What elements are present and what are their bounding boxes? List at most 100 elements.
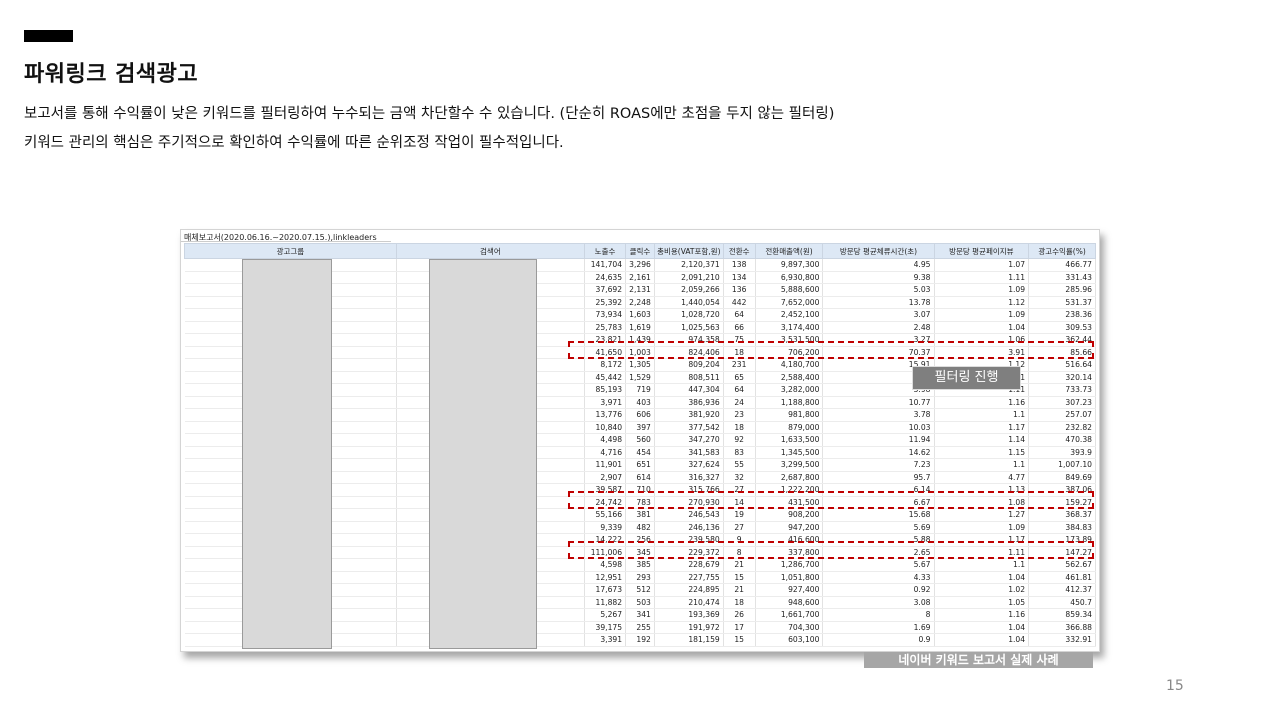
table-cell: 5.03 bbox=[822, 283, 935, 297]
highlight-box-row-1 bbox=[568, 341, 1094, 359]
table-cell: 1,529 bbox=[625, 371, 655, 384]
table-cell: 136 bbox=[723, 283, 756, 297]
table-cell: 45,442 bbox=[584, 371, 627, 384]
table-cell: 466.77 bbox=[1028, 258, 1096, 272]
table-cell: 1.09 bbox=[934, 308, 1030, 322]
masked-ad-group-column bbox=[242, 259, 332, 649]
table-cell: 15 bbox=[723, 571, 756, 584]
table-cell: 257.07 bbox=[1028, 408, 1096, 422]
table-cell: 1.15 bbox=[934, 446, 1030, 459]
table-cell: 341,583 bbox=[654, 446, 724, 459]
table-cell: 10.77 bbox=[822, 396, 935, 409]
table-cell: 512 bbox=[625, 583, 655, 597]
table-cell: 11.94 bbox=[822, 433, 935, 447]
table-cell: 859.34 bbox=[1028, 608, 1096, 622]
column-header: 광고수익률(%) bbox=[1028, 243, 1096, 259]
table-cell: 5.67 bbox=[822, 558, 935, 572]
table-cell: 228,679 bbox=[654, 558, 724, 572]
table-cell: 5,267 bbox=[584, 608, 627, 622]
table-cell: 64 bbox=[723, 308, 756, 322]
table-cell: 134 bbox=[723, 271, 756, 284]
column-header: 광고그룹 bbox=[184, 243, 397, 259]
table-cell: 246,136 bbox=[654, 521, 724, 534]
column-header: 방문당 평균페이지뷰 bbox=[933, 243, 1030, 259]
table-cell: 849.69 bbox=[1028, 471, 1096, 484]
table-cell: 0.9 bbox=[822, 633, 935, 647]
table-cell: 2,907 bbox=[584, 471, 627, 484]
table-cell: 193,369 bbox=[654, 608, 724, 622]
table-cell: 927,400 bbox=[755, 583, 824, 597]
table-cell: 293 bbox=[625, 571, 655, 584]
table-cell: 381,920 bbox=[654, 408, 724, 422]
table-cell: 5,888,600 bbox=[755, 283, 824, 297]
table-cell: 64 bbox=[723, 383, 756, 397]
table-cell: 2,687,800 bbox=[755, 471, 824, 484]
table-cell: 141,704 bbox=[584, 258, 627, 272]
table-cell: 4.95 bbox=[822, 258, 935, 272]
table-cell: 13,776 bbox=[584, 408, 627, 422]
table-cell: 347,270 bbox=[654, 433, 724, 447]
table-cell: 192 bbox=[625, 633, 655, 647]
table-cell: 606 bbox=[625, 408, 655, 422]
table-cell: 24 bbox=[723, 396, 756, 409]
table-cell: 8,172 bbox=[584, 358, 627, 372]
table-cell: 447,304 bbox=[654, 383, 724, 397]
table-cell: 1,345,500 bbox=[755, 446, 824, 459]
table-cell: 55 bbox=[723, 458, 756, 472]
table-cell: 1.14 bbox=[934, 433, 1030, 447]
table-cell: 412.37 bbox=[1028, 583, 1096, 597]
table-cell: 384.83 bbox=[1028, 521, 1096, 534]
table-cell: 603,100 bbox=[755, 633, 824, 647]
table-cell: 7,652,000 bbox=[755, 296, 824, 309]
column-header: 전환수 bbox=[722, 243, 756, 259]
column-header: 검색어 bbox=[395, 243, 585, 259]
table-cell: 3,299,500 bbox=[755, 458, 824, 472]
table-cell: 227,755 bbox=[654, 571, 724, 584]
table-cell: 1,661,700 bbox=[755, 608, 824, 622]
table-cell: 1,305 bbox=[625, 358, 655, 372]
table-cell: 1,028,720 bbox=[654, 308, 724, 322]
table-cell: 17,673 bbox=[584, 583, 627, 597]
table-cell: 23 bbox=[723, 408, 756, 422]
table-cell: 386,936 bbox=[654, 396, 724, 409]
table-cell: 1.16 bbox=[934, 608, 1030, 622]
table-cell: 1.27 bbox=[934, 508, 1030, 522]
column-header: 총비용(VAT포함,원) bbox=[653, 243, 724, 259]
table-cell: 92 bbox=[723, 433, 756, 447]
table-cell: 4,180,700 bbox=[755, 358, 824, 372]
table-cell: 1,051,800 bbox=[755, 571, 824, 584]
table-cell: 232.82 bbox=[1028, 421, 1096, 434]
table-cell: 454 bbox=[625, 446, 655, 459]
table-cell: 562.67 bbox=[1028, 558, 1096, 572]
table-cell: 27 bbox=[723, 521, 756, 534]
table-cell: 3,296 bbox=[625, 258, 655, 272]
table-cell: 393.9 bbox=[1028, 446, 1096, 459]
table-cell: 4,498 bbox=[584, 433, 627, 447]
table-cell: 327,624 bbox=[654, 458, 724, 472]
table-cell: 366.88 bbox=[1028, 621, 1096, 634]
table-header-row: 광고그룹 검색어 노출수 클릭수 총비용(VAT포함,원) 전환수 전환매출액(원) 방문당 … bbox=[184, 243, 1096, 259]
table-cell: 12,951 bbox=[584, 571, 627, 584]
table-cell: 8 bbox=[822, 608, 935, 622]
table-cell: 21 bbox=[723, 558, 756, 572]
table-cell: 85,193 bbox=[584, 383, 627, 397]
table-cell: 6,930,800 bbox=[755, 271, 824, 284]
table-cell: 21 bbox=[723, 583, 756, 597]
table-cell: 191,972 bbox=[654, 621, 724, 634]
table-cell: 1.1 bbox=[934, 558, 1030, 572]
table-cell: 733.73 bbox=[1028, 383, 1096, 397]
table-cell: 385 bbox=[625, 558, 655, 572]
table-cell: 908,200 bbox=[755, 508, 824, 522]
table-cell: 879,000 bbox=[755, 421, 824, 434]
table-cell: 138 bbox=[723, 258, 756, 272]
table-cell: 11,882 bbox=[584, 596, 627, 609]
table-cell: 2,131 bbox=[625, 283, 655, 297]
filter-label: 필터링 진행 bbox=[912, 366, 1021, 390]
column-header: 노출수 bbox=[583, 243, 627, 259]
table-cell: 15.68 bbox=[822, 508, 935, 522]
table-cell: 231 bbox=[723, 358, 756, 372]
table-cell: 66 bbox=[723, 321, 756, 334]
table-cell: 4,598 bbox=[584, 558, 627, 572]
table-cell: 3.78 bbox=[822, 408, 935, 422]
table-cell: 3.07 bbox=[822, 308, 935, 322]
